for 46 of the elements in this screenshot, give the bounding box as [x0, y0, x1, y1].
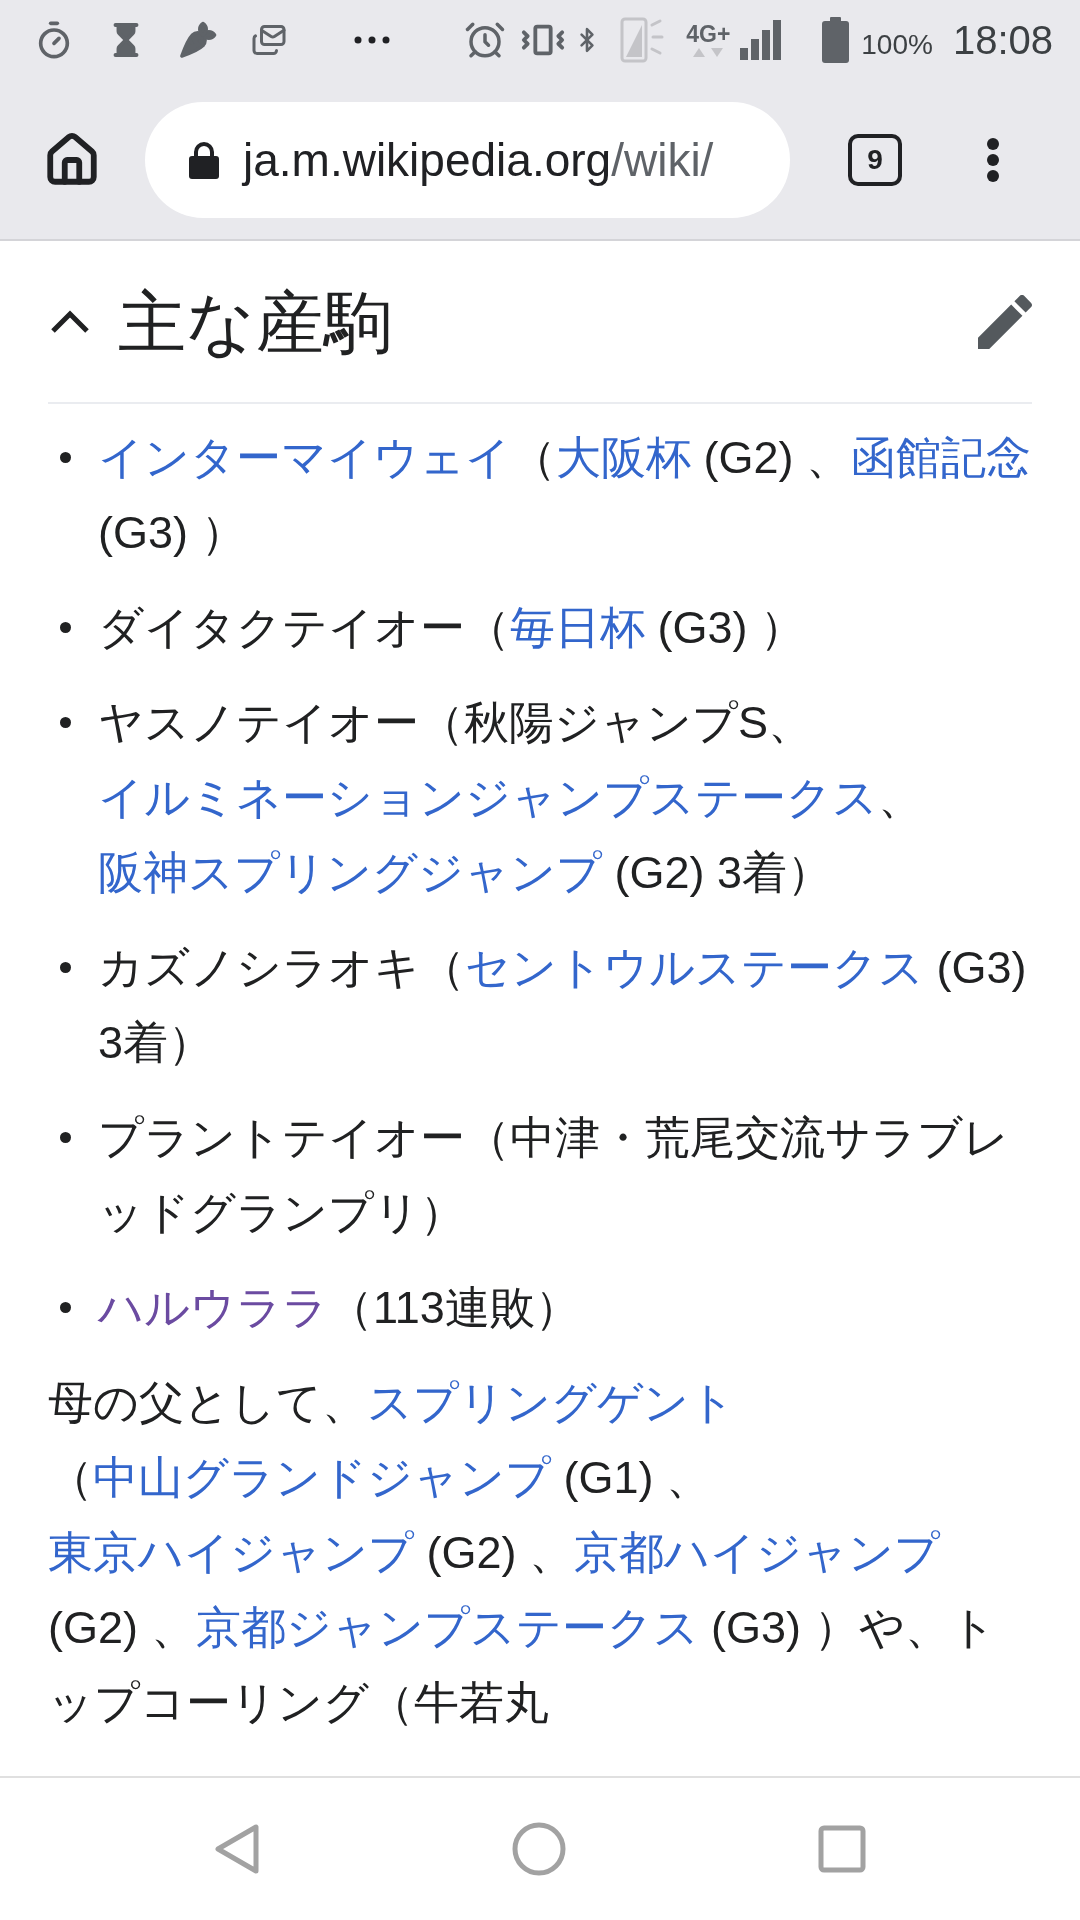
pencil-icon[interactable] — [978, 294, 1032, 349]
bullet-icon — [60, 452, 71, 463]
link[interactable]: 大阪杯 — [556, 432, 691, 483]
list-item-text: ヤスノテイオー（秋陽ジャンプS、 イルミネーションジャンプステークス、 阪神スプリングジャンプ (G2) 3着） — [98, 696, 924, 900]
list-item-text: カズノシラオキ（セントウルステークス (G3) 3着） — [98, 941, 1028, 1070]
data-arrows-icon — [691, 46, 726, 58]
square-icon[interactable] — [818, 1825, 866, 1873]
network-type: 4G+ — [686, 22, 731, 46]
clock-time: 18:08 — [952, 18, 1053, 62]
home-circle-icon[interactable] — [512, 1822, 566, 1876]
link[interactable]: 東京ハイジャンプ — [48, 1527, 414, 1578]
bullet-icon — [60, 1132, 71, 1143]
link[interactable]: スプリングゲント — [367, 1377, 735, 1428]
battery-percent: 100% — [861, 29, 933, 61]
section-heading: 主な産駒 — [118, 282, 392, 362]
link[interactable]: 毎日杯 — [510, 602, 645, 653]
signal-bars-icon — [740, 20, 783, 60]
tab-switcher-button[interactable]: 9 — [848, 133, 902, 186]
link[interactable]: 中山グランドジャンプ — [93, 1452, 551, 1503]
bullet-icon — [60, 962, 71, 973]
link[interactable]: インターマイウェイ — [98, 432, 511, 483]
link[interactable]: 京都ハイジャンプ — [574, 1527, 940, 1578]
link[interactable]: 阪神スプリングジャンプ — [98, 847, 602, 898]
link[interactable]: イルミネーションジャンプステークス — [98, 772, 878, 823]
chevron-up-icon[interactable] — [50, 309, 90, 334]
link[interactable]: ハルウララ — [98, 1282, 328, 1333]
bullet-icon — [60, 622, 71, 633]
ellipsis-icon — [354, 36, 390, 44]
back-icon[interactable] — [214, 1823, 260, 1875]
list-item-text: インターマイウェイ（大阪杯 (G2) 、函館記念 (G3) ） — [98, 431, 1032, 560]
menu-icon[interactable] — [986, 136, 1000, 183]
screen-rays-icon — [620, 17, 665, 63]
battery-icon — [822, 17, 850, 63]
carrot-icon — [178, 19, 218, 61]
paragraph: 母の父として、スプリングゲント （中山グランドジャンプ (G1) 、 東京ハイジャンプ (G2) 、京都ハイジャンプ (G2) 、京都ジャンプステークス (G3) ）や、トップコーリング（牛若丸 — [48, 1376, 997, 1730]
link[interactable]: セントウルステークス — [465, 942, 924, 993]
link[interactable]: 函館記念 — [851, 432, 1031, 483]
mails-icon — [250, 22, 288, 58]
list-item-text: プラントテイオー（中津・荒尾交流サラブレッドグランプリ） — [98, 1111, 1010, 1240]
list-item-text: ダイタクテイオー（毎日杯 (G3) ） — [98, 601, 805, 655]
address-bar[interactable]: ja.m.wikipedia.org/wiki/ — [145, 101, 790, 218]
bullet-icon — [60, 717, 71, 728]
list-item-text: ハルウララ（113連敗） — [98, 1281, 580, 1335]
lock-icon — [189, 140, 219, 179]
bullet-icon — [60, 1302, 71, 1313]
link[interactable]: 京都ジャンプステークス — [195, 1602, 699, 1653]
